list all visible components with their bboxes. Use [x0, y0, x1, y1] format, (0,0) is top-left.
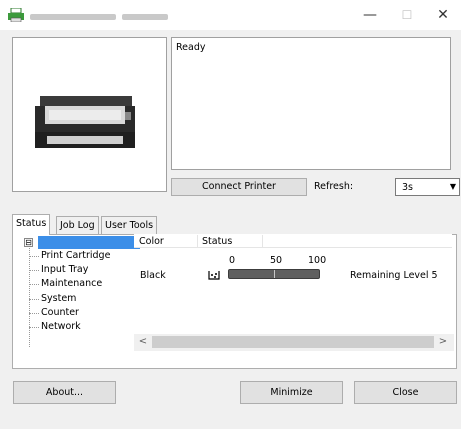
toner-level-midmark [274, 270, 275, 278]
dropdown-arrow-icon: ▼ [449, 182, 456, 191]
scroll-right-arrow-icon[interactable]: > [436, 336, 450, 347]
window-minimize-button[interactable]: — [355, 5, 385, 25]
scale-label-50: 50 [270, 255, 283, 266]
tab-job-log[interactable]: Job Log [56, 216, 99, 234]
status-tree[interactable]: ⊟ Print Cartridge Input Tray Maintenance… [20, 236, 140, 351]
tab-job-log-label: Job Log [60, 220, 95, 231]
status-message: Ready [176, 42, 206, 53]
connect-printer-button[interactable]: Connect Printer [171, 178, 307, 196]
window-title-redacted [30, 14, 116, 20]
toner-icon [208, 271, 220, 280]
list-header: Color Status [134, 234, 452, 248]
tab-user-tools[interactable]: User Tools [101, 216, 158, 234]
window-close-button[interactable]: ✕ [428, 5, 458, 25]
tree-collapse-icon[interactable]: ⊟ [24, 238, 33, 247]
tab-status-label: Status [16, 218, 47, 229]
window-title-redacted [122, 14, 168, 20]
row-color-black: Black [140, 270, 166, 281]
about-button[interactable]: About... [13, 381, 116, 404]
refresh-interval-value: 3s [402, 182, 413, 193]
tree-guide-line [29, 248, 30, 347]
tree-root-selected-redacted[interactable] [38, 236, 140, 249]
horizontal-scrollbar[interactable]: < > [134, 334, 454, 351]
tab-status[interactable]: Status [12, 214, 51, 235]
printer-illustration [35, 96, 135, 148]
refresh-interval-select[interactable]: 3s ▼ [395, 178, 460, 196]
scale-label-0: 0 [229, 255, 236, 266]
minimize-button[interactable]: Minimize [240, 381, 343, 404]
scale-label-100: 100 [308, 255, 327, 266]
column-header-status[interactable]: Status [202, 236, 232, 247]
tab-user-tools-label: User Tools [105, 220, 154, 231]
column-header-color[interactable]: Color [139, 236, 164, 247]
scroll-left-arrow-icon[interactable]: < [136, 336, 150, 347]
printer-image-panel [12, 37, 167, 192]
remaining-level-text: Remaining Level 5 [350, 270, 438, 281]
status-message-box: Ready [171, 37, 451, 170]
toner-level-bar [228, 269, 320, 279]
scrollbar-thumb[interactable] [152, 336, 434, 348]
window-maximize-button[interactable]: ☐ [392, 5, 422, 25]
printer-app-icon [8, 8, 24, 22]
title-bar: — ☐ ✕ [0, 0, 461, 30]
refresh-label: Refresh: [314, 181, 354, 192]
toner-level-fill [229, 270, 274, 278]
close-button[interactable]: Close [354, 381, 457, 404]
